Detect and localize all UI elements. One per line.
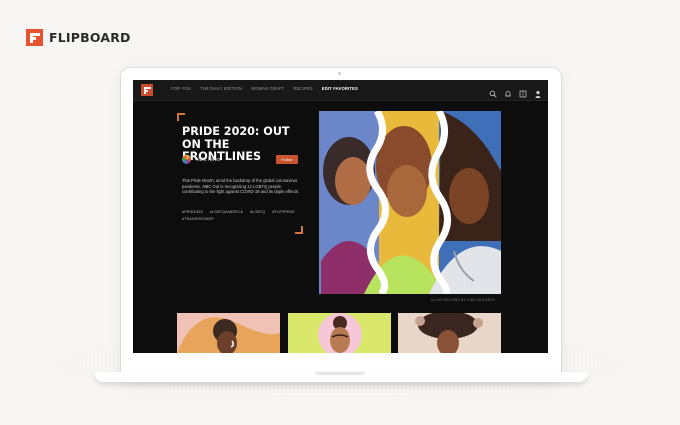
- story-thumbnail-2[interactable]: [288, 313, 391, 353]
- profile-icon[interactable]: [534, 85, 542, 98]
- corner-bracket-bottom-right: [295, 226, 303, 234]
- corner-bracket-top-left: [177, 113, 185, 121]
- tag-lgbtqamerica[interactable]: #LGBTQAMERICA: [210, 210, 243, 214]
- publisher-name[interactable]: NBC News: [196, 157, 220, 163]
- app-screen: For You The Daily Edition Woman Craft Re…: [133, 80, 548, 353]
- tag-lgbtq[interactable]: #LGBTQ: [250, 210, 265, 214]
- nav-actions: [489, 85, 542, 98]
- hero-illustration[interactable]: [319, 111, 501, 294]
- publisher-row[interactable]: NBC News: [182, 155, 220, 164]
- article-description: This Pride Month, amid the backdrop of t…: [182, 178, 300, 195]
- story-thumbnail-1[interactable]: [177, 313, 280, 353]
- bell-icon[interactable]: [504, 85, 512, 97]
- flipboard-logo-icon: [26, 29, 43, 46]
- tag-list: #PRIDE365 #LGBTQAMERICA #LGBTQ #FLIPPRID…: [182, 210, 300, 221]
- tag-flippride[interactable]: #FLIPPRIDE: [272, 210, 295, 214]
- nbc-peacock-icon: [182, 155, 191, 164]
- tab-for-you[interactable]: For You: [171, 86, 191, 91]
- flipboard-logo-icon[interactable]: [141, 84, 153, 96]
- tab-woman-craft[interactable]: Woman Craft: [251, 86, 284, 91]
- tab-edit-favorites[interactable]: Edit Favorites: [322, 86, 358, 91]
- laptop-camera: [338, 72, 341, 75]
- search-icon[interactable]: [489, 85, 497, 98]
- tag-transgender[interactable]: #TRANSGENDER: [182, 217, 214, 221]
- laptop-notch: [315, 372, 365, 375]
- tab-daily-edition[interactable]: The Daily Edition: [200, 86, 242, 91]
- grid-icon[interactable]: [519, 85, 527, 98]
- image-caption: Illustrations by Chelsea Beck: [431, 298, 496, 302]
- tab-recipes[interactable]: Recipes: [293, 86, 312, 91]
- nav-tabs: For You The Daily Edition Woman Craft Re…: [171, 86, 358, 91]
- follow-button[interactable]: Follow: [276, 155, 298, 164]
- brand-name: FLIPBOARD: [49, 30, 131, 45]
- story-thumbnail-3[interactable]: [398, 313, 501, 353]
- brand-header: FLIPBOARD: [26, 29, 131, 46]
- top-nav: For You The Daily Edition Woman Craft Re…: [133, 80, 548, 101]
- tag-pride365[interactable]: #PRIDE365: [182, 210, 203, 214]
